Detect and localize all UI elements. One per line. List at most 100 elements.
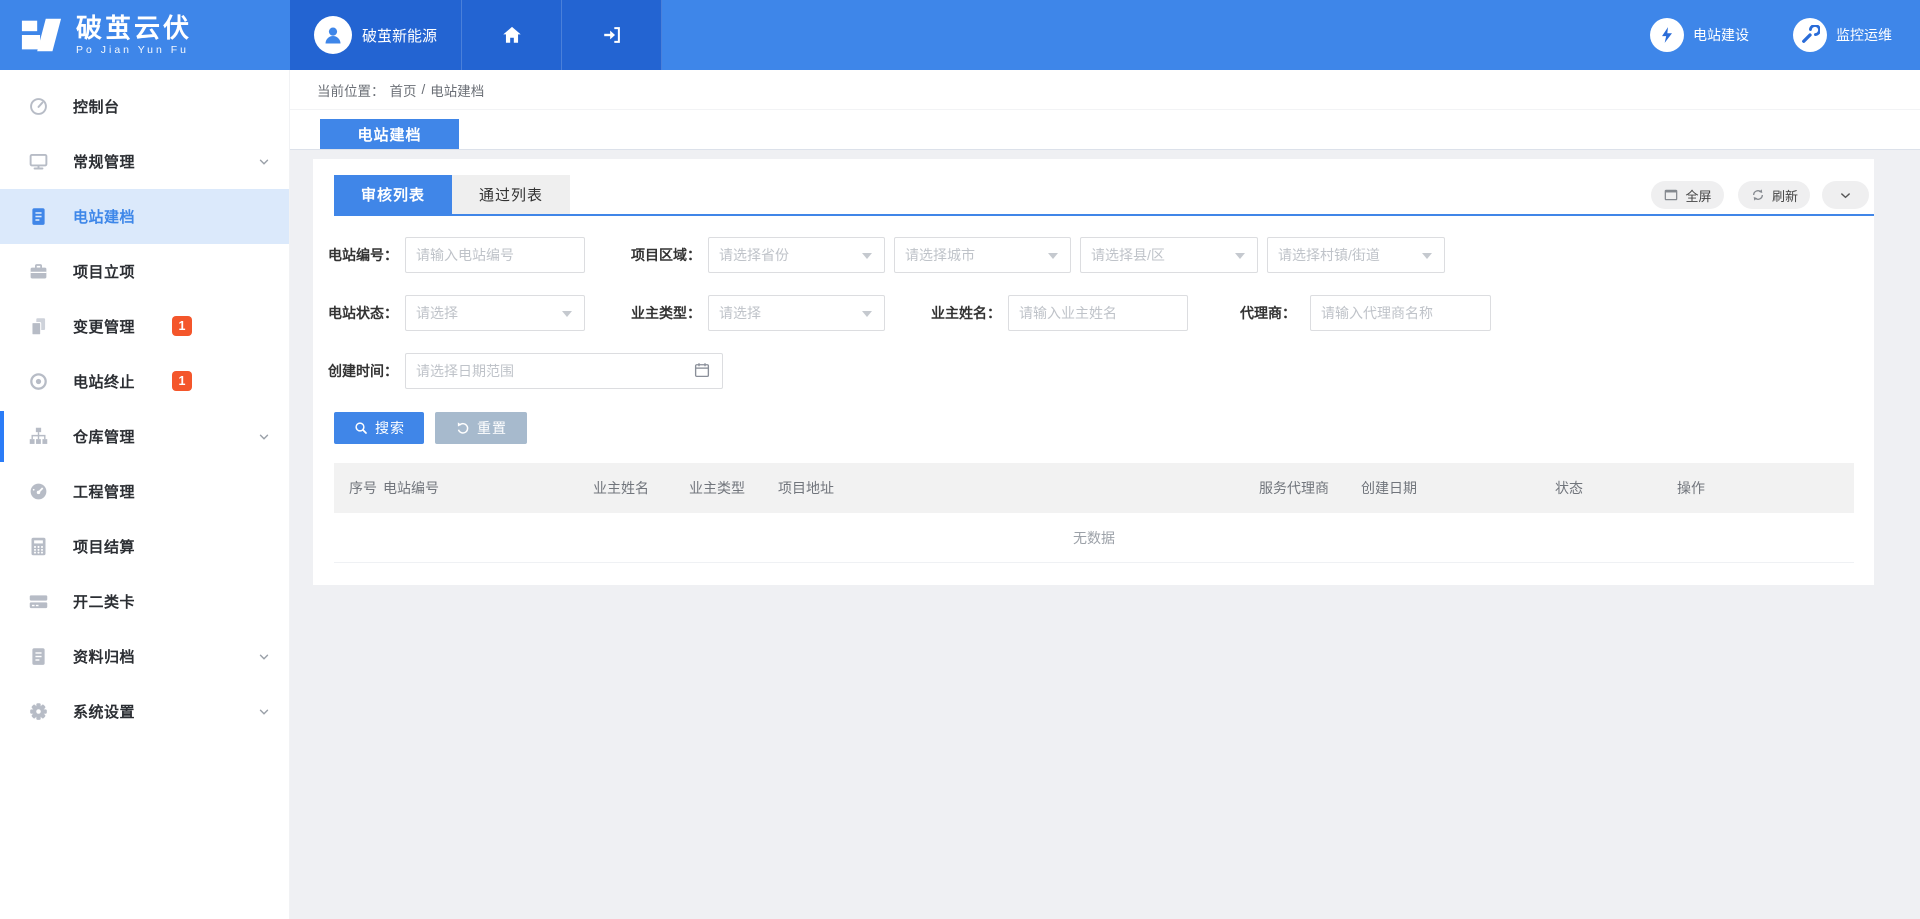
town-select[interactable]: 请选择村镇/街道: [1267, 237, 1445, 273]
col-actions: 操作: [1677, 478, 1705, 498]
chevron-down-icon: [257, 155, 271, 169]
breadcrumb-home[interactable]: 首页: [390, 80, 417, 100]
module-monitoring-ops[interactable]: 监控运维: [1793, 18, 1892, 52]
sidebar-item-data-archive[interactable]: 资料归档: [0, 629, 289, 684]
home-button[interactable]: [462, 0, 562, 70]
page-tab-station-filing[interactable]: 电站建档: [320, 119, 459, 149]
sidebar-item-change-management[interactable]: 变更管理 1: [0, 299, 289, 354]
sign-out-button[interactable]: [562, 0, 662, 70]
header-right: 电站建设 监控运维: [662, 0, 1920, 70]
chevron-down-icon: [257, 650, 271, 664]
sign-out-icon: [601, 24, 623, 46]
sidebar-item-general-management[interactable]: 常规管理: [0, 134, 289, 189]
col-create-date: 创建日期: [1361, 478, 1555, 498]
col-status: 状态: [1555, 478, 1677, 498]
user-avatar-icon: [314, 16, 352, 54]
app-header: 破茧云伏 Po Jian Yun Fu 破茧新能源: [0, 0, 1920, 70]
gear-icon: [28, 701, 49, 722]
top-nav: 破茧新能源: [290, 0, 662, 70]
home-icon: [501, 24, 523, 46]
caret-down-icon: [862, 253, 872, 259]
module-label: 电站建设: [1693, 25, 1749, 45]
main-area: 当前位置： 首页 / 电站建档 电站建档 审核列表 通过列表: [290, 70, 1920, 919]
company-name: 破茧新能源: [362, 25, 437, 46]
station-status-label: 电站状态：: [313, 295, 398, 331]
fullscreen-icon: [1663, 187, 1679, 203]
reset-icon: [455, 420, 471, 436]
caret-down-icon: [1048, 253, 1058, 259]
notification-badge: 1: [172, 316, 192, 336]
sidebar-item-station-filing[interactable]: 电站建档: [0, 189, 289, 244]
brand-title: 破茧云伏: [76, 14, 192, 42]
owner-type-label: 业主类型：: [613, 295, 701, 331]
active-indicator-bar: [0, 411, 4, 462]
record-circle-icon: [28, 371, 49, 392]
owner-name-input[interactable]: [1008, 295, 1188, 331]
province-select[interactable]: 请选择省份: [708, 237, 885, 273]
breadcrumb-current: 电站建档: [430, 80, 484, 100]
monitor-icon: [28, 151, 49, 172]
breadcrumb: 当前位置： 首页 / 电站建档: [290, 70, 1920, 110]
sidebar-item-station-termination[interactable]: 电站终止 1: [0, 354, 289, 409]
col-owner-name: 业主姓名: [593, 478, 689, 498]
col-project-address: 项目地址: [778, 478, 1259, 498]
col-owner-type: 业主类型: [689, 478, 778, 498]
sidebar-item-system-settings[interactable]: 系统设置: [0, 684, 289, 739]
brand-subtitle: Po Jian Yun Fu: [76, 44, 192, 56]
search-button[interactable]: 搜索: [334, 412, 424, 444]
table-empty-state: 无数据: [334, 513, 1854, 563]
sidebar-item-warehouse-management[interactable]: 仓库管理: [0, 409, 289, 464]
district-select[interactable]: 请选择县/区: [1080, 237, 1258, 273]
chevron-down-icon: [257, 705, 271, 719]
col-service-agent: 服务代理商: [1259, 478, 1361, 498]
sidebar: 控制台 常规管理: [0, 70, 290, 919]
caret-down-icon: [862, 311, 872, 317]
content-area: 审核列表 通过列表 全屏: [290, 150, 1920, 919]
station-status-select[interactable]: 请选择: [405, 295, 585, 331]
caret-down-icon: [562, 311, 572, 317]
breadcrumb-prefix: 当前位置：: [317, 80, 385, 100]
copy-documents-icon: [28, 316, 49, 337]
tab-review-list[interactable]: 审核列表: [334, 175, 452, 214]
reset-button[interactable]: 重置: [435, 412, 527, 444]
chevron-down-icon: [257, 430, 271, 444]
chevron-down-icon: [1838, 188, 1853, 203]
gauge-icon: [28, 481, 49, 502]
file-icon: [28, 646, 49, 667]
station-no-input[interactable]: [405, 237, 585, 273]
col-station-no: 电站编号: [383, 478, 593, 498]
tab-passed-list[interactable]: 通过列表: [452, 175, 570, 214]
wrench-icon: [1793, 18, 1827, 52]
region-label: 项目区域：: [613, 237, 701, 273]
owner-type-select[interactable]: 请选择: [708, 295, 885, 331]
sidebar-item-open-type2-card[interactable]: 开二类卡: [0, 574, 289, 629]
date-range-input[interactable]: [405, 353, 723, 389]
collapse-panel-button[interactable]: [1822, 181, 1869, 209]
sidebar-item-project-settlement[interactable]: 项目结算: [0, 519, 289, 574]
brand: 破茧云伏 Po Jian Yun Fu: [0, 0, 290, 70]
refresh-button[interactable]: 刷新: [1738, 181, 1810, 209]
col-seq: 序号: [349, 478, 383, 498]
agent-input[interactable]: [1310, 295, 1491, 331]
agent-label: 代理商：: [1213, 295, 1296, 331]
module-station-construction[interactable]: 电站建设: [1650, 18, 1749, 52]
fullscreen-button[interactable]: 全屏: [1651, 181, 1724, 209]
owner-name-label: 业主姓名：: [913, 295, 1001, 331]
page-tab-bar: 电站建档: [290, 110, 1920, 150]
sidebar-item-console[interactable]: 控制台: [0, 79, 289, 134]
sidebar-item-project-initiation[interactable]: 项目立项: [0, 244, 289, 299]
station-no-label: 电站编号：: [313, 237, 398, 273]
briefcase-icon: [28, 261, 49, 282]
bank-card-icon: [28, 591, 49, 612]
tab-underline: [334, 214, 1874, 216]
city-select[interactable]: 请选择城市: [894, 237, 1071, 273]
create-time-label: 创建时间：: [313, 353, 398, 389]
dashboard-icon: [28, 96, 49, 117]
notification-badge: 1: [172, 371, 192, 391]
sidebar-item-engineering-management[interactable]: 工程管理: [0, 464, 289, 519]
lightning-icon: [1650, 18, 1684, 52]
user-menu[interactable]: 破茧新能源: [290, 0, 462, 70]
search-icon: [353, 420, 369, 436]
caret-down-icon: [1422, 253, 1432, 259]
sitemap-icon: [28, 426, 49, 447]
